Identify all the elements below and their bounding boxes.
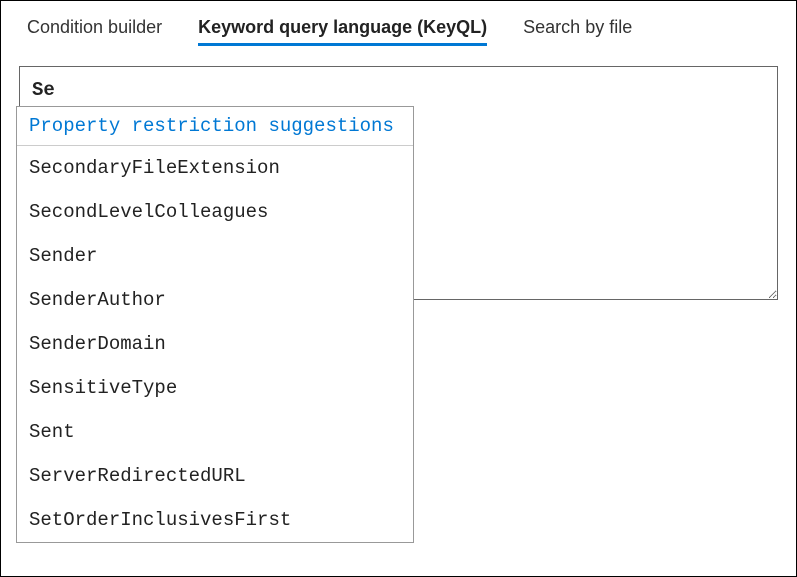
suggestion-item[interactable]: SecondLevelColleagues xyxy=(17,190,413,234)
suggestions-dropdown: Property restriction suggestions Seconda… xyxy=(16,106,414,543)
suggestion-item[interactable]: Sent xyxy=(17,410,413,454)
suggestion-item[interactable]: SensitiveType xyxy=(17,366,413,410)
suggestion-item[interactable]: SenderAuthor xyxy=(17,278,413,322)
query-area: Property restriction suggestions Seconda… xyxy=(19,66,778,305)
suggestions-header: Property restriction suggestions xyxy=(17,107,413,146)
suggestion-item[interactable]: SetOrderInclusivesFirst xyxy=(17,498,413,542)
tab-search-by-file[interactable]: Search by file xyxy=(523,17,632,46)
tab-keyql[interactable]: Keyword query language (KeyQL) xyxy=(198,17,487,46)
suggestion-item[interactable]: SenderDomain xyxy=(17,322,413,366)
suggestion-item[interactable]: ServerRedirectedURL xyxy=(17,454,413,498)
suggestion-item[interactable]: Sender xyxy=(17,234,413,278)
tab-condition-builder[interactable]: Condition builder xyxy=(27,17,162,46)
suggestion-item[interactable]: SecondaryFileExtension xyxy=(17,146,413,190)
tab-bar: Condition builder Keyword query language… xyxy=(19,17,778,46)
